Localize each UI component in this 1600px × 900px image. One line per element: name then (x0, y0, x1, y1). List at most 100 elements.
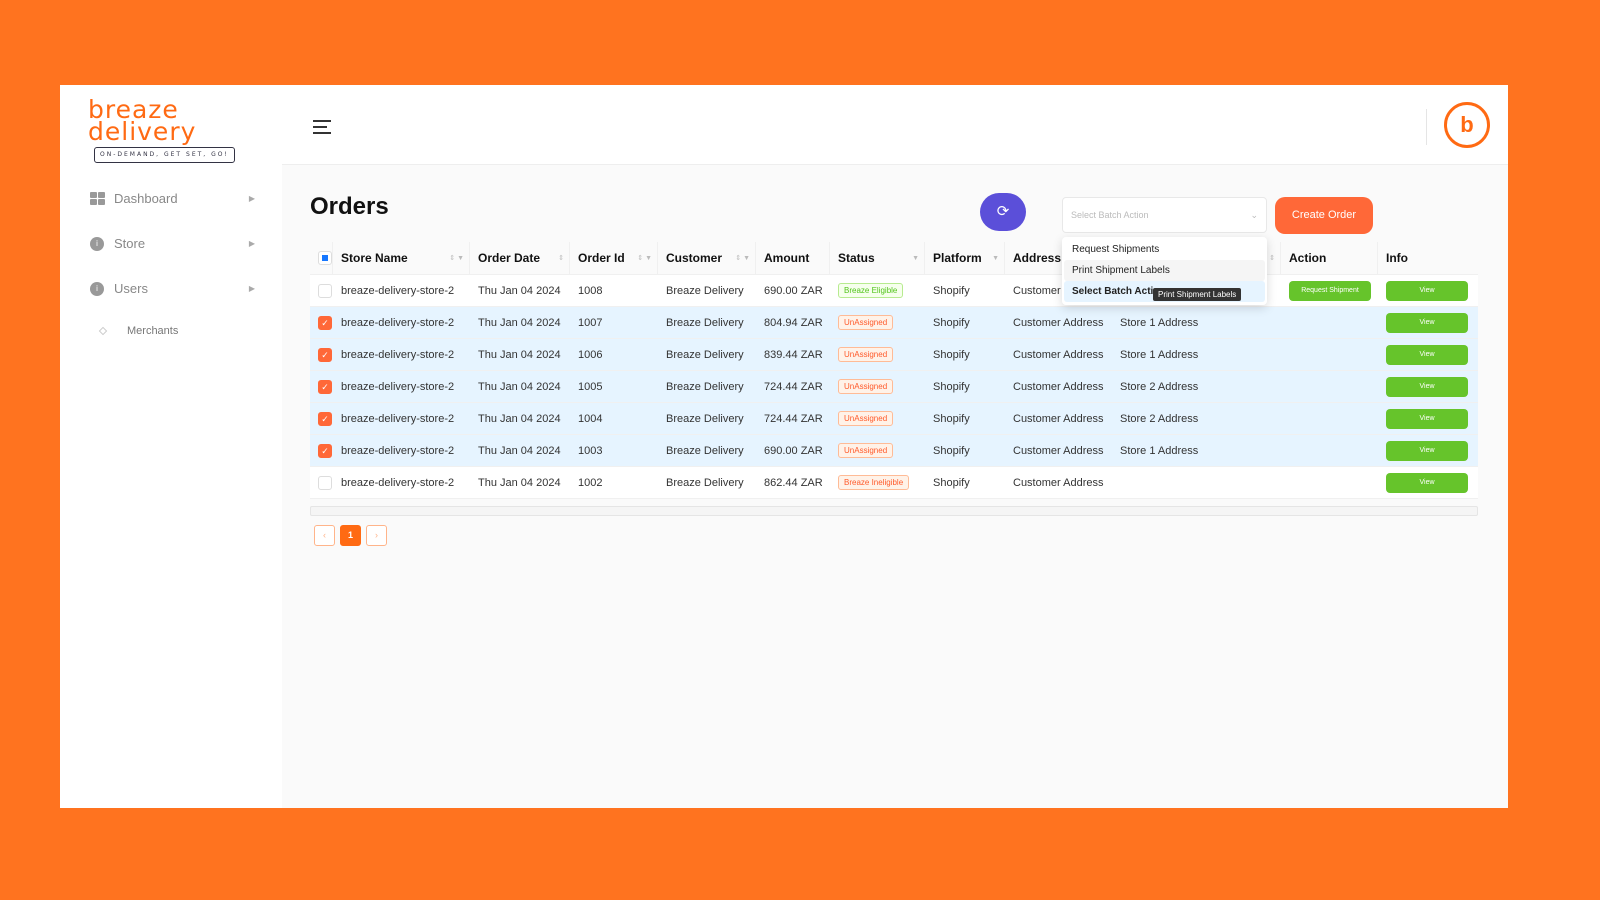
next-page-button[interactable]: › (366, 525, 387, 546)
select-placeholder: Select Batch Action (1071, 210, 1149, 220)
amount-cell: 724.44 ZAR (764, 412, 823, 425)
request-shipment-button[interactable]: Request Shipment (1289, 280, 1371, 301)
table-header: Store Name ⇕ ▼ Order Date ⇕ Order Id ⇕ ▼ Cust… (310, 242, 1478, 275)
customer-cell: Breaze Delivery (666, 348, 744, 361)
brand-logo: breaze delivery ON-DEMAND, GET SET, GO! (88, 97, 235, 163)
chevron-right-icon: ▶ (248, 239, 255, 248)
column-header[interactable]: Status ▼ (830, 242, 925, 274)
view-button[interactable]: View (1386, 408, 1468, 429)
table-row[interactable]: ✓ breaze-delivery-store-2 Thu Jan 04 202… (310, 307, 1478, 339)
status-badge: UnAssigned (838, 411, 894, 426)
store-address-cell: Store 2 Address (1120, 412, 1199, 425)
column-header[interactable]: Order Date ⇕ (470, 242, 570, 274)
platform-cell: Shopify (933, 444, 970, 457)
sort-icon[interactable]: ⇕ (1269, 255, 1275, 262)
column-label: Order Date (478, 251, 541, 265)
hamburger-menu-icon[interactable] (313, 120, 331, 138)
view-button[interactable]: View (1386, 376, 1468, 397)
tooltip: Print Shipment Labels (1153, 288, 1242, 301)
order-id-cell: 1005 (578, 380, 603, 393)
sidebar-item-label: Dashboard (114, 191, 178, 206)
status-cell: Breaze Ineligible (830, 467, 925, 498)
filter-icon[interactable]: ▼ (743, 255, 750, 262)
sidebar-item-dashboard[interactable]: Dashboard ▶ (90, 191, 255, 206)
menu-item-print-shipment-labels[interactable]: Print Shipment Labels (1064, 260, 1265, 281)
status-cell: UnAssigned (830, 307, 925, 338)
action-cell (1281, 467, 1378, 498)
filter-icon[interactable]: ▼ (992, 255, 999, 262)
sort-icon[interactable]: ⇕ (735, 255, 741, 262)
create-order-button[interactable]: Create Order (1275, 197, 1373, 234)
row-checkbox[interactable] (318, 475, 332, 490)
platform-cell: Shopify (933, 380, 970, 393)
column-label: Info (1386, 251, 1408, 265)
row-checkbox[interactable]: ✓ (318, 411, 332, 426)
sidebar-item-merchants[interactable]: Merchants (98, 325, 178, 337)
table-row[interactable]: breaze-delivery-store-2 Thu Jan 04 2024 … (310, 467, 1478, 499)
row-checkbox[interactable]: ✓ (318, 315, 332, 330)
table-row[interactable]: ✓ breaze-delivery-store-2 Thu Jan 04 202… (310, 371, 1478, 403)
sort-icon[interactable]: ⇕ (558, 255, 564, 262)
column-label: Action (1289, 251, 1327, 265)
address-cell: Customer Address (1013, 348, 1104, 361)
horizontal-scrollbar[interactable] (310, 506, 1478, 516)
filter-icon[interactable]: ▼ (912, 255, 919, 262)
view-button[interactable]: View (1386, 280, 1468, 301)
info-icon: i (90, 236, 104, 251)
view-button[interactable]: View (1386, 440, 1468, 461)
row-select-cell: ✓ (310, 403, 333, 434)
table-row[interactable]: ✓ breaze-delivery-store-2 Thu Jan 04 202… (310, 403, 1478, 435)
sidebar-item-users[interactable]: i Users ▶ (90, 281, 255, 296)
address-cell: Customer Address (1013, 412, 1104, 425)
status-badge: Breaze Ineligible (838, 475, 910, 490)
logo-tagline: ON-DEMAND, GET SET, GO! (94, 147, 235, 163)
status-badge: UnAssigned (838, 443, 894, 458)
view-button[interactable]: View (1386, 312, 1468, 333)
sort-icon[interactable]: ⇕ (637, 255, 643, 262)
select-all-checkbox[interactable] (318, 251, 332, 265)
table-row[interactable]: breaze-delivery-store-2 Thu Jan 04 2024 … (310, 275, 1478, 307)
amount-cell: 804.94 ZAR (764, 316, 823, 329)
column-header[interactable]: Info (1378, 242, 1478, 274)
refresh-button[interactable]: ⟳ (980, 193, 1026, 231)
order-date-cell: Thu Jan 04 2024 (478, 284, 561, 297)
column-header[interactable]: Platform ▼ (925, 242, 1005, 274)
page-title: Orders (310, 193, 389, 220)
table-row[interactable]: ✓ breaze-delivery-store-2 Thu Jan 04 202… (310, 435, 1478, 467)
column-header[interactable]: Customer ⇕ ▼ (658, 242, 756, 274)
column-header[interactable]: Order Id ⇕ ▼ (570, 242, 658, 274)
prev-page-button[interactable]: ‹ (314, 525, 335, 546)
row-select-cell: ✓ (310, 339, 333, 370)
info-cell: View (1378, 275, 1478, 306)
table-row[interactable]: ✓ breaze-delivery-store-2 Thu Jan 04 202… (310, 339, 1478, 371)
row-checkbox[interactable]: ✓ (318, 379, 332, 394)
order-id-cell: 1004 (578, 412, 603, 425)
filter-icon[interactable]: ▼ (645, 255, 652, 262)
avatar[interactable]: b (1444, 102, 1490, 148)
column-header[interactable]: Amount (756, 242, 830, 274)
pagination: ‹ 1 › (314, 525, 387, 546)
status-cell: UnAssigned (830, 339, 925, 370)
column-label: Order Id (578, 251, 625, 265)
chevron-right-icon: ▶ (248, 284, 255, 293)
filter-icon[interactable]: ▼ (457, 255, 464, 262)
view-button[interactable]: View (1386, 472, 1468, 493)
row-checkbox[interactable] (318, 283, 332, 298)
column-label: Platform (933, 251, 982, 265)
column-header[interactable]: Action (1281, 242, 1378, 274)
row-checkbox[interactable]: ✓ (318, 347, 332, 362)
platform-cell: Shopify (933, 412, 970, 425)
sort-icon[interactable]: ⇕ (449, 255, 455, 262)
address-cell: Customer Address (1013, 380, 1104, 393)
column-header[interactable]: Store Name ⇕ ▼ (333, 242, 470, 274)
address-cell: Customer Address (1013, 476, 1104, 489)
page-1-button[interactable]: 1 (340, 525, 361, 546)
menu-item-request-shipments[interactable]: Request Shipments (1064, 239, 1265, 260)
action-cell (1281, 371, 1378, 402)
row-checkbox[interactable]: ✓ (318, 443, 332, 458)
view-button[interactable]: View (1386, 344, 1468, 365)
sidebar-item-store[interactable]: i Store ▶ (90, 236, 255, 251)
store-name-cell: breaze-delivery-store-2 (341, 476, 455, 489)
platform-cell: Shopify (933, 284, 970, 297)
batch-action-select[interactable]: Select Batch Action ⌄ (1062, 197, 1267, 233)
